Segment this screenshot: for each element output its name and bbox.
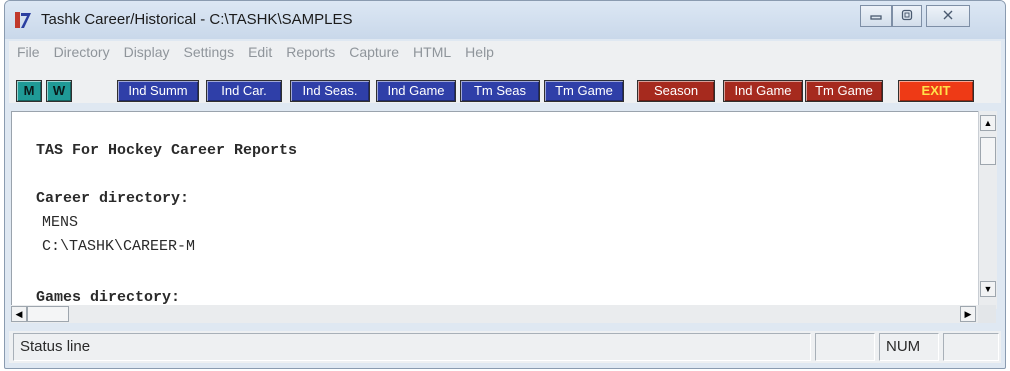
report-view[interactable]: TAS For Hockey Career Reports Career dir… xyxy=(11,111,979,310)
career-name: MENS xyxy=(42,214,79,231)
minimize-icon xyxy=(870,9,882,24)
menu-file[interactable]: File xyxy=(17,44,40,60)
ind-game-button[interactable]: Ind Game xyxy=(376,80,456,102)
menu-help[interactable]: Help xyxy=(465,44,494,60)
scroll-right-arrow-icon[interactable]: ▶ xyxy=(960,306,976,322)
status-pane-empty xyxy=(815,333,875,361)
games-directory-label: Games directory: xyxy=(36,289,181,306)
career-path: C:\TASHK\CAREER-M xyxy=(42,238,196,255)
scroll-left-arrow-icon[interactable]: ◀ xyxy=(11,306,27,322)
restore-icon xyxy=(901,9,913,24)
scroll-down-arrow-icon[interactable]: ▼ xyxy=(980,281,996,297)
mens-button[interactable]: M xyxy=(16,80,42,102)
menu-capture[interactable]: Capture xyxy=(349,44,399,60)
career-tm-game-button[interactable]: Tm Game xyxy=(805,80,883,102)
tm-seas-button[interactable]: Tm Seas xyxy=(460,80,540,102)
vertical-scrollbar[interactable]: ▲ ▼ xyxy=(978,111,997,309)
menu-directory[interactable]: Directory xyxy=(54,44,110,60)
menu-html[interactable]: HTML xyxy=(413,44,451,60)
close-icon xyxy=(942,9,954,24)
app-logo-icon xyxy=(14,10,32,30)
season-button[interactable]: Season xyxy=(637,80,715,102)
horizontal-scroll-thumb[interactable] xyxy=(27,306,69,322)
menu-reports[interactable]: Reports xyxy=(286,44,335,60)
ind-summ-button[interactable]: Ind Summ xyxy=(117,80,199,102)
womens-button[interactable]: W xyxy=(46,80,72,102)
ind-seas-button[interactable]: Ind Seas. xyxy=(290,80,370,102)
ind-car-button[interactable]: Ind Car. xyxy=(206,80,282,102)
tm-game-button[interactable]: Tm Game xyxy=(544,80,624,102)
menu-edit[interactable]: Edit xyxy=(248,44,272,60)
vertical-scroll-thumb[interactable] xyxy=(980,137,996,165)
menu-bar: File Directory Display Settings Edit Rep… xyxy=(9,41,1001,63)
minimize-button[interactable] xyxy=(860,5,892,27)
menu-settings[interactable]: Settings xyxy=(183,44,234,60)
window-title: Tashk Career/Historical - C:\TASHK\SAMPL… xyxy=(41,11,353,28)
scrollbar-corner xyxy=(978,305,996,323)
app-window: Tashk Career/Historical - C:\TASHK\SAMPL… xyxy=(4,0,1006,369)
exit-button[interactable]: EXIT xyxy=(898,80,974,102)
menu-display[interactable]: Display xyxy=(124,44,170,60)
close-button[interactable] xyxy=(926,5,970,27)
status-bar: Status line NUM xyxy=(9,331,1001,363)
toolbar: M W Ind Summ Ind Car. Ind Seas. Ind Game… xyxy=(9,63,1001,103)
report-heading: TAS For Hockey Career Reports xyxy=(36,142,298,159)
scroll-up-arrow-icon[interactable]: ▲ xyxy=(980,115,996,131)
horizontal-scrollbar[interactable]: ◀ ▶ xyxy=(11,305,978,323)
num-lock-indicator: NUM xyxy=(879,333,939,361)
career-directory-label: Career directory: xyxy=(36,190,190,207)
status-text: Status line xyxy=(13,333,811,361)
restore-button[interactable] xyxy=(892,5,922,27)
title-bar[interactable]: Tashk Career/Historical - C:\TASHK\SAMPL… xyxy=(5,1,1005,39)
status-pane-scroll xyxy=(943,333,999,361)
career-ind-game-button[interactable]: Ind Game xyxy=(723,80,803,102)
